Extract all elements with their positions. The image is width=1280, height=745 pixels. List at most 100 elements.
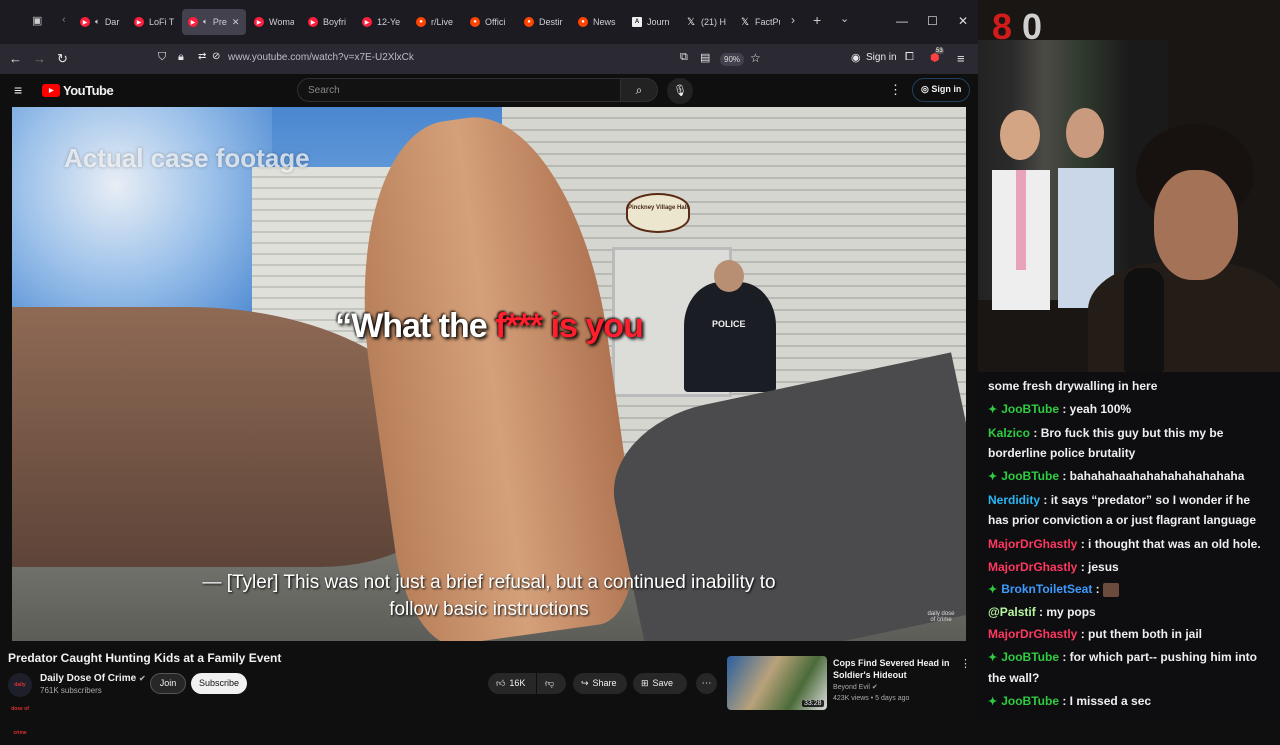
back-arrow-icon[interactable]: ← <box>9 51 22 66</box>
chat-username[interactable]: Kalzico <box>988 426 1030 440</box>
tab-label: Pre <box>212 17 227 27</box>
new-tab-icon[interactable]: + <box>813 12 821 28</box>
chat-username[interactable]: @Palstif <box>988 605 1036 619</box>
browser-tab[interactable]: ▶ 🔈︎ Dark S <box>74 9 126 35</box>
browser-tab[interactable]: 𝕏 FactPu <box>734 9 786 35</box>
browser-sign-in-button[interactable]: Sign in <box>866 52 897 63</box>
more-options-icon[interactable]: ⋮ <box>889 82 902 98</box>
tab-audio-icon[interactable]: 🔈︎ <box>95 17 100 27</box>
video-player[interactable]: Pinckney Village Hall POLICE Actual case… <box>12 107 966 641</box>
search-input[interactable]: Search <box>297 78 621 102</box>
extensions-icon[interactable]: ⧠ <box>905 51 914 64</box>
chat-text: bahahahaahahahahahahahaha <box>1069 469 1245 483</box>
chat-separator: : <box>1030 426 1041 440</box>
chat-message: @Palstif : my pops <box>988 601 1272 623</box>
autoplay-blocked-icon[interactable]: ⊘ <box>212 51 220 62</box>
chat-text: jesus <box>1088 560 1119 574</box>
join-button[interactable]: Join <box>150 673 186 694</box>
guide-menu-icon[interactable]: ≡ <box>14 82 22 98</box>
recommended-video-title[interactable]: Cops Find Severed Head in Soldier's Hide… <box>833 657 951 681</box>
maximize-window-icon[interactable]: ☐ <box>927 14 938 28</box>
voice-search-button[interactable]: 🎙︎ <box>667 78 693 104</box>
chat-username[interactable]: JooBTube <box>1001 402 1059 416</box>
youtube-sign-in-button[interactable]: ◎ Sign in <box>912 78 971 102</box>
chat-username[interactable]: JooBTube <box>1001 694 1059 708</box>
like-count: 16K <box>509 678 526 688</box>
microphone <box>1124 268 1164 372</box>
thumbs-down-icon: 👎︎ <box>545 678 555 688</box>
close-window-icon[interactable]: ✕ <box>958 14 968 28</box>
subscribe-button[interactable]: Subscribe <box>191 673 247 694</box>
browser-tab[interactable]: ▶ 🔈︎ Pre ✕ <box>182 9 246 35</box>
permissions-icon[interactable]: ⇄ <box>198 51 206 62</box>
chat-username[interactable]: JooBTube <box>1001 650 1059 664</box>
browser-tab[interactable]: ▶ 12-Ye <box>356 9 408 35</box>
tab-scroll-right-icon[interactable]: › <box>791 13 795 27</box>
tab-scroll-left-icon[interactable]: ‹ <box>62 14 66 26</box>
share-button[interactable]: ↪ Share <box>573 673 627 694</box>
browser-tab[interactable]: ▶ Boyfri <box>302 9 354 35</box>
browser-tab[interactable]: ● News <box>572 9 624 35</box>
tab-overview-icon[interactable]: ▣ <box>32 14 42 27</box>
url-field[interactable]: www.youtube.com/watch?v=x7E-U2XlxCk <box>228 52 414 63</box>
recommended-video-channel[interactable]: Beyond Evil ✔ <box>833 683 878 691</box>
forward-arrow-icon[interactable]: → <box>33 51 46 66</box>
chat-username[interactable]: MajorDrGhastly <box>988 627 1077 641</box>
picture-in-picture-icon[interactable]: ⧉ <box>680 51 688 64</box>
browser-tab[interactable]: ● Destir <box>518 9 570 35</box>
chat-username[interactable]: MajorDrGhastly <box>988 537 1077 551</box>
reload-icon[interactable]: ↻ <box>57 51 68 67</box>
chat-username[interactable]: MajorDrGhastly <box>988 560 1077 574</box>
subtitle-line-2: follow basic instructions <box>389 599 589 620</box>
tab-label: r/Live <box>431 17 454 27</box>
youtube-logo[interactable]: ▶ YouTube <box>42 83 114 98</box>
zoom-level-badge[interactable]: 90% <box>720 53 745 66</box>
search-button[interactable]: ⌕ <box>620 78 658 102</box>
tab-label: LoFi Ti <box>149 17 174 27</box>
tracking-shield-icon[interactable]: ⛉ <box>158 51 166 64</box>
chat-message: ✦ JooBTube : bahahahaahahahahahahahaha <box>988 465 1272 488</box>
tab-label: FactPu <box>755 17 780 27</box>
search-icon: ⌕ <box>635 83 643 97</box>
browser-tab[interactable]: 𝕏 (21) H <box>680 9 732 35</box>
reddit-favicon-icon: ● <box>416 17 426 27</box>
more-actions-button[interactable]: ⋯ <box>696 673 717 694</box>
subscriber-badge-icon: ✦ <box>988 471 998 483</box>
channel-avatar[interactable]: daily dose of crime <box>8 673 32 736</box>
recommended-video-menu-icon[interactable]: ⋮ <box>960 657 971 670</box>
lock-icon[interactable]: 🔒︎ <box>178 51 184 64</box>
chat-text: my pops <box>1046 605 1096 619</box>
minimize-window-icon[interactable]: — <box>896 14 908 28</box>
subscriber-count: 761K subscribers <box>40 686 102 695</box>
bookmark-star-icon[interactable]: ☆ <box>750 51 761 65</box>
tab-audio-icon[interactable]: 🔈︎ <box>203 17 208 27</box>
browser-tab[interactable]: ● Offici <box>464 9 516 35</box>
reader-view-icon[interactable]: ▤ <box>700 51 710 64</box>
chat-username[interactable]: Nerdidity <box>988 493 1040 507</box>
save-button[interactable]: ⊞ Save <box>633 673 687 694</box>
channel-name[interactable]: Daily Dose Of Crime ✔ <box>40 673 146 684</box>
browser-tab[interactable]: ▶ LoFi Ti <box>128 9 180 35</box>
browser-tab[interactable]: ● r/Live <box>410 9 462 35</box>
tab-label: News <box>593 17 616 27</box>
chat-emote-icon <box>1103 582 1120 597</box>
officer-head <box>714 260 744 292</box>
video-subtitle: — [Tyler] This was not just a brief refu… <box>12 569 966 623</box>
app-menu-icon[interactable]: ≡ <box>957 51 965 66</box>
tab-list-dropdown-icon[interactable]: ⌄ <box>840 12 849 25</box>
chat-username[interactable]: JooBTube <box>1001 469 1059 483</box>
streamer-webcam: 8 0 <box>978 0 1280 372</box>
close-tab-icon[interactable]: ✕ <box>232 17 240 28</box>
subtitle-line-1: — [Tyler] This was not just a brief refu… <box>202 572 776 593</box>
browser-tab[interactable]: ▶ Woma <box>248 9 300 35</box>
browser-tab[interactable]: A Journ <box>626 9 678 35</box>
chat-username[interactable]: BroknToiletSeat <box>1001 582 1092 596</box>
account-icon[interactable]: ◉ <box>851 51 861 64</box>
thumbs-up-icon: 👍︎ <box>496 678 506 688</box>
dislike-button[interactable]: 👎︎ <box>537 673 566 694</box>
like-button[interactable]: 👍︎ 16K <box>488 673 536 694</box>
tab-label: Dark S <box>104 17 120 27</box>
chat-text: some fresh drywalling in here <box>988 379 1158 393</box>
chat-message: ✦ JooBTube : I missed a sec <box>988 690 1272 713</box>
chat-message: MajorDrGhastly : i thought that was an o… <box>988 532 1272 556</box>
